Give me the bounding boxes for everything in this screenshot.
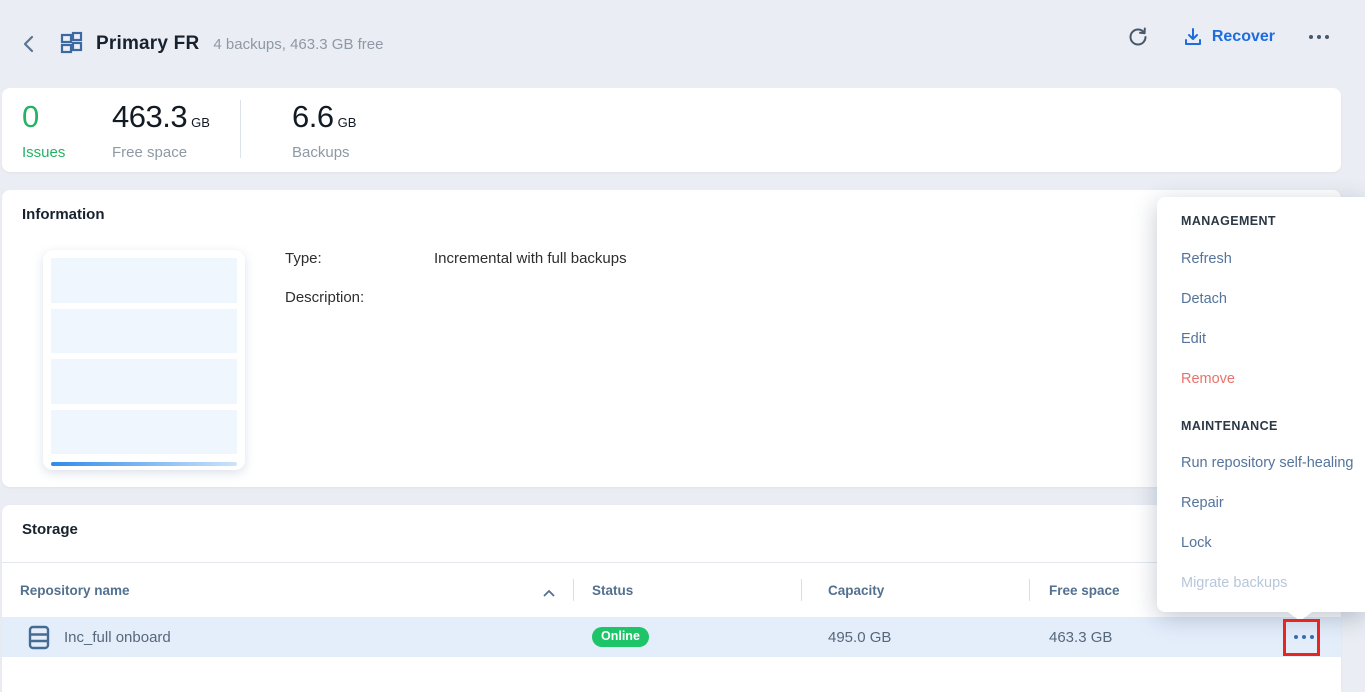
field-type-label: Type: [285, 250, 434, 267]
backups-label: Backups [292, 144, 356, 161]
repository-name: Inc_full onboard [64, 617, 171, 657]
back-button[interactable] [14, 28, 42, 60]
menu-item-repair[interactable]: Repair [1157, 483, 1365, 523]
stat-issues: 0 Issues [22, 99, 65, 161]
chevron-left-icon [23, 35, 34, 53]
free-space-value: 463.3 [112, 99, 187, 134]
backups-value: 6.6 [292, 99, 334, 134]
storage-table-header: Repository name Status Capacity Free spa… [2, 563, 1341, 617]
summary-stats-card: 0 Issues 463.3 GB Free space 6.6 GB Backup… [2, 88, 1341, 172]
table-row-repository[interactable]: Inc_full onboard Online 495.0 GB 463.3 G… [2, 617, 1341, 657]
free-space-label: Free space [112, 144, 210, 161]
row-actions-ellipsis-button[interactable] [1285, 617, 1323, 657]
stat-free-space: 463.3 GB Free space [112, 99, 210, 161]
menu-item-remove[interactable]: Remove [1157, 359, 1365, 399]
refresh-button[interactable] [1127, 26, 1149, 48]
recover-button[interactable]: Recover [1183, 27, 1275, 47]
menu-section-maintenance: MAINTENANCE [1157, 399, 1365, 443]
ellipsis-icon [1294, 635, 1298, 639]
storage-card: Storage Repository name Status Capacity … [2, 505, 1341, 692]
field-description: Description: [285, 289, 627, 306]
refresh-icon [1127, 26, 1149, 48]
page-subtitle: 4 backups, 463.3 GB free [213, 36, 383, 53]
download-icon [1183, 27, 1203, 47]
menu-section-management: MANAGEMENT [1157, 203, 1365, 239]
header-ellipsis-button[interactable] [1309, 35, 1329, 39]
column-header-free-space[interactable]: Free space [1049, 583, 1120, 598]
repository-free-space: 463.3 GB [1049, 617, 1112, 657]
free-space-unit: GB [191, 115, 210, 130]
stats-divider [240, 100, 241, 158]
information-title: Information [22, 206, 105, 223]
ellipsis-icon [1309, 35, 1313, 39]
information-card: Information Type: Incremental with full … [2, 190, 1341, 487]
column-header-repository-name[interactable]: Repository name [20, 583, 130, 598]
repository-context-menu: MANAGEMENT Refresh Detach Edit Remove MA… [1157, 197, 1365, 612]
field-type: Type: Incremental with full backups [285, 250, 627, 267]
sort-ascending-icon[interactable] [543, 585, 555, 600]
repository-icon [58, 31, 84, 57]
menu-pointer-arrow [1288, 612, 1312, 621]
menu-item-detach[interactable]: Detach [1157, 279, 1365, 319]
issues-count: 0 [22, 99, 65, 135]
menu-item-migrate-backups[interactable]: Migrate backups [1157, 563, 1365, 603]
disk-stack-icon [28, 625, 50, 655]
status-badge: Online [592, 627, 649, 647]
field-description-label: Description: [285, 289, 434, 306]
thumbnail-progress-line [51, 462, 237, 466]
page-title: Primary FR [96, 33, 199, 55]
menu-item-edit[interactable]: Edit [1157, 319, 1365, 359]
recover-button-label: Recover [1212, 28, 1275, 46]
stat-backups: 6.6 GB Backups [292, 99, 356, 161]
repository-preview-thumbnail [43, 250, 245, 470]
repository-capacity: 495.0 GB [828, 617, 891, 657]
backups-unit: GB [338, 115, 357, 130]
column-header-status[interactable]: Status [592, 583, 633, 598]
storage-title: Storage [22, 521, 78, 538]
menu-item-lock[interactable]: Lock [1157, 523, 1365, 563]
menu-item-refresh[interactable]: Refresh [1157, 239, 1365, 279]
menu-item-run-self-healing[interactable]: Run repository self-healing [1157, 443, 1365, 483]
column-header-capacity[interactable]: Capacity [828, 583, 884, 598]
issues-label: Issues [22, 144, 65, 161]
page-header: Primary FR 4 backups, 463.3 GB free Reco… [0, 0, 1365, 88]
field-type-value: Incremental with full backups [434, 250, 627, 267]
